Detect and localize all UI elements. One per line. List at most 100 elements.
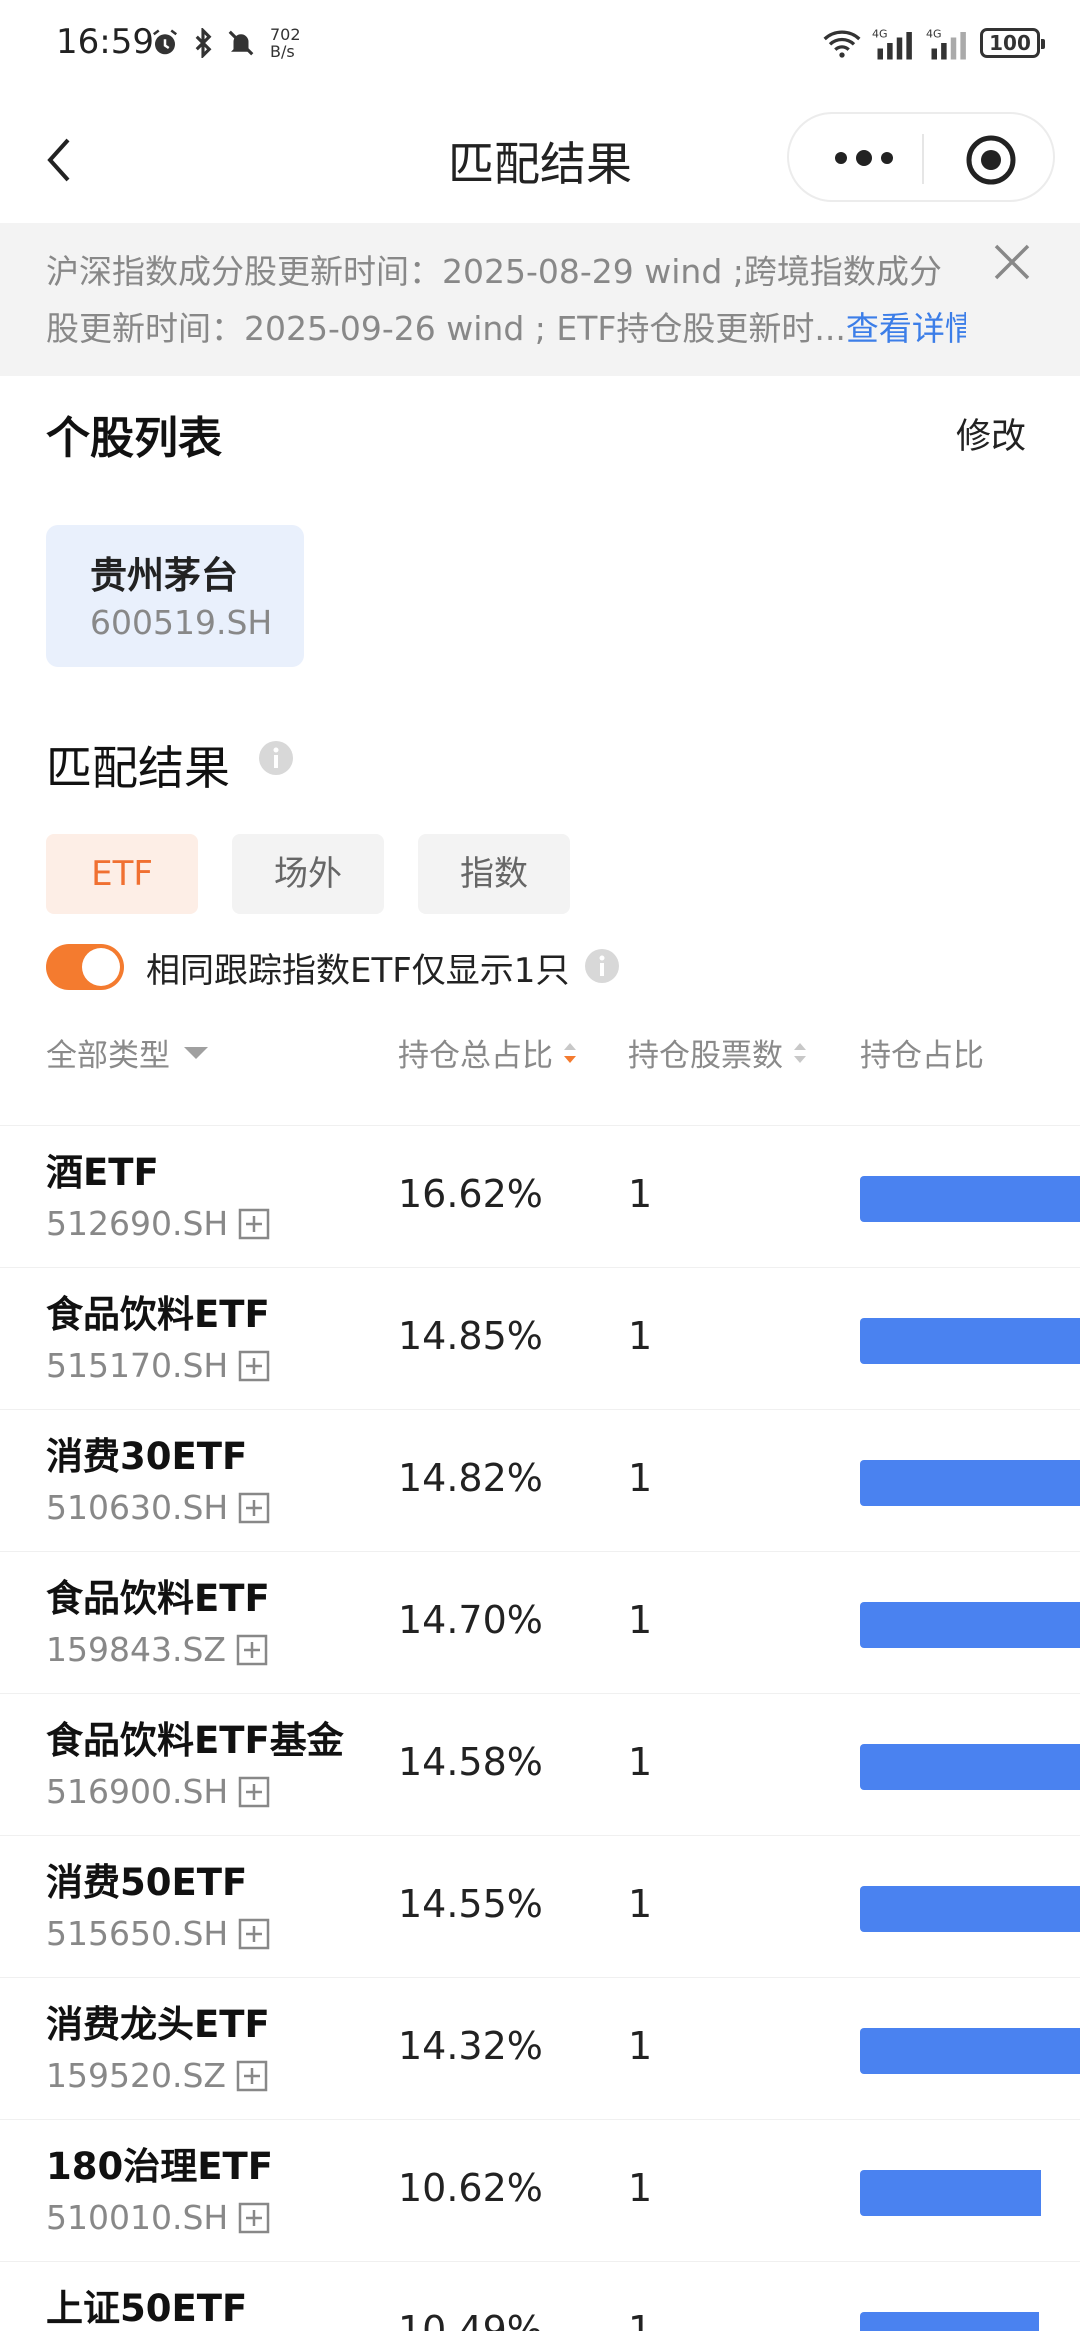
total-ratio: 16.62% (398, 1172, 543, 1216)
dedupe-toggle-label: 相同跟踪指数ETF仅显示1只 (146, 950, 570, 991)
add-icon[interactable] (236, 1634, 268, 1666)
stock-count: 1 (628, 1882, 653, 1926)
tab-etf[interactable]: ETF (46, 834, 198, 914)
toggle-info-icon[interactable] (584, 948, 620, 984)
count-header[interactable]: 持仓股票数 (628, 1030, 809, 1075)
total-ratio-header[interactable]: 持仓总占比 (398, 1030, 579, 1075)
stock-count: 1 (628, 2308, 653, 2331)
etf-code: 510010.SH (46, 2198, 270, 2237)
etf-name: 食品饮料ETF (46, 1293, 270, 1336)
view-details-link[interactable]: 查看详情 (846, 309, 966, 348)
table-row[interactable]: 消费50ETF 515650.SH 14.55% 1 (0, 1835, 1080, 1977)
status-time: 16:59 (56, 22, 154, 62)
mini-program-capsule (787, 112, 1055, 202)
stock-count: 1 (628, 2166, 653, 2210)
stock-count: 1 (628, 1456, 653, 1500)
wifi-icon (823, 30, 861, 58)
total-ratio: 14.32% (398, 2024, 543, 2068)
info-icon[interactable] (258, 740, 294, 776)
mute-bell-icon (228, 30, 254, 56)
etf-code: 512690.SH (46, 1204, 270, 1243)
stock-card[interactable]: 贵州茅台 600519.SH (46, 525, 304, 667)
total-ratio: 10.49% (398, 2308, 543, 2331)
nav-bar: 匹配结果 (0, 100, 1080, 220)
dedupe-toggle-row: 相同跟踪指数ETF仅显示1只 (46, 942, 569, 992)
stock-count: 1 (628, 2024, 653, 2068)
table-row[interactable]: 食品饮料ETF基金 516900.SH 14.58% 1 (0, 1693, 1080, 1835)
svg-text:4G: 4G (926, 28, 942, 41)
result-tabs: ETF 场外 指数 (46, 834, 570, 914)
net-speed: 702 B/s (270, 25, 301, 61)
signal-4g-icon-2: 4G (926, 28, 966, 60)
table-row[interactable]: 上证50ETF 10.49% 1 (0, 2261, 1080, 2331)
alarm-icon (153, 29, 177, 55)
more-icon[interactable] (829, 140, 899, 176)
battery-icon: 100 (980, 28, 1045, 58)
add-icon[interactable] (238, 2202, 270, 2234)
table-row[interactable]: 消费龙头ETF 159520.SZ 14.32% 1 (0, 1977, 1080, 2119)
dropdown-icon (184, 1046, 208, 1059)
ratio-header: 持仓占比 (860, 1038, 984, 1074)
etf-name: 消费龙头ETF (46, 2003, 270, 2046)
stock-name: 贵州茅台 (90, 554, 238, 597)
ratio-bar (860, 1886, 1080, 1932)
add-icon[interactable] (238, 1350, 270, 1382)
add-icon[interactable] (238, 1492, 270, 1524)
table-row[interactable]: 180治理ETF 510010.SH 10.62% 1 (0, 2119, 1080, 2261)
table-row[interactable]: 食品饮料ETF 159843.SZ 14.70% 1 (0, 1551, 1080, 1693)
capsule-divider (922, 134, 924, 184)
type-filter[interactable]: 全部类型 (46, 1030, 210, 1075)
status-icons-right: 4G 4G 100 (822, 26, 1045, 60)
table-row[interactable]: 消费30ETF 510630.SH 14.82% 1 (0, 1409, 1080, 1551)
table-row[interactable]: 食品饮料ETF 515170.SH 14.85% 1 (0, 1267, 1080, 1409)
stock-count: 1 (628, 1740, 653, 1784)
close-icon[interactable] (990, 240, 1034, 284)
etf-code: 159843.SZ (46, 1630, 268, 1669)
etf-name: 180治理ETF (46, 2145, 274, 2188)
sort-desc-icon (564, 1042, 576, 1063)
total-ratio: 14.70% (398, 1598, 543, 1642)
stock-code: 600519.SH (90, 603, 273, 642)
ratio-bar (860, 1744, 1080, 1790)
svg-text:4G: 4G (872, 28, 888, 41)
stock-count: 1 (628, 1172, 653, 1216)
edit-button[interactable]: 修改 (956, 408, 1026, 459)
ratio-bar (860, 1602, 1080, 1648)
status-bar: 16:59 702 B/s 4G 4G 100 (0, 0, 1080, 90)
status-icons-left: 702 B/s (150, 26, 301, 60)
signal-4g-icon: 4G (872, 28, 912, 60)
etf-code: 516900.SH (46, 1772, 270, 1811)
tab-index[interactable]: 指数 (418, 834, 570, 914)
table-header: 全部类型 持仓总占比 持仓股票数 持仓占比 (0, 1022, 1080, 1078)
table-row[interactable]: 酒ETF 512690.SH 16.62% 1 (0, 1125, 1080, 1267)
add-icon[interactable] (238, 1776, 270, 1808)
total-ratio: 14.85% (398, 1314, 543, 1358)
stock-count: 1 (628, 1598, 653, 1642)
close-miniprogram-icon[interactable] (965, 134, 1017, 186)
etf-code: 159520.SZ (46, 2056, 268, 2095)
ratio-bar (860, 2170, 1041, 2216)
ratio-bar (860, 1318, 1080, 1364)
etf-code: 510630.SH (46, 1488, 270, 1527)
ratio-bar (860, 1176, 1080, 1222)
etf-list: 酒ETF 512690.SH 16.62% 1 食品饮料ETF 515170.S… (0, 1125, 1080, 2331)
total-ratio: 14.55% (398, 1882, 543, 1926)
etf-name: 上证50ETF (46, 2287, 248, 2330)
etf-code: 515650.SH (46, 1914, 270, 1953)
etf-name: 酒ETF (46, 1151, 159, 1194)
add-icon[interactable] (238, 1918, 270, 1950)
dedupe-toggle[interactable] (46, 944, 124, 990)
etf-name: 食品饮料ETF (46, 1577, 270, 1620)
update-notice: 沪深指数成分股更新时间：2025-08-29 wind ;跨境指数成分 股更新时… (0, 223, 1080, 376)
total-ratio: 10.62% (398, 2166, 543, 2210)
stock-count: 1 (628, 1314, 653, 1358)
add-icon[interactable] (236, 2060, 268, 2092)
ratio-bar (860, 2312, 1039, 2331)
total-ratio: 14.82% (398, 1456, 543, 1500)
add-icon[interactable] (238, 1208, 270, 1240)
total-ratio: 14.58% (398, 1740, 543, 1784)
match-results-title: 匹配结果 (46, 741, 230, 795)
stock-list-title: 个股列表 (46, 413, 222, 464)
etf-name: 消费30ETF (46, 1435, 248, 1478)
tab-otc[interactable]: 场外 (232, 834, 384, 914)
